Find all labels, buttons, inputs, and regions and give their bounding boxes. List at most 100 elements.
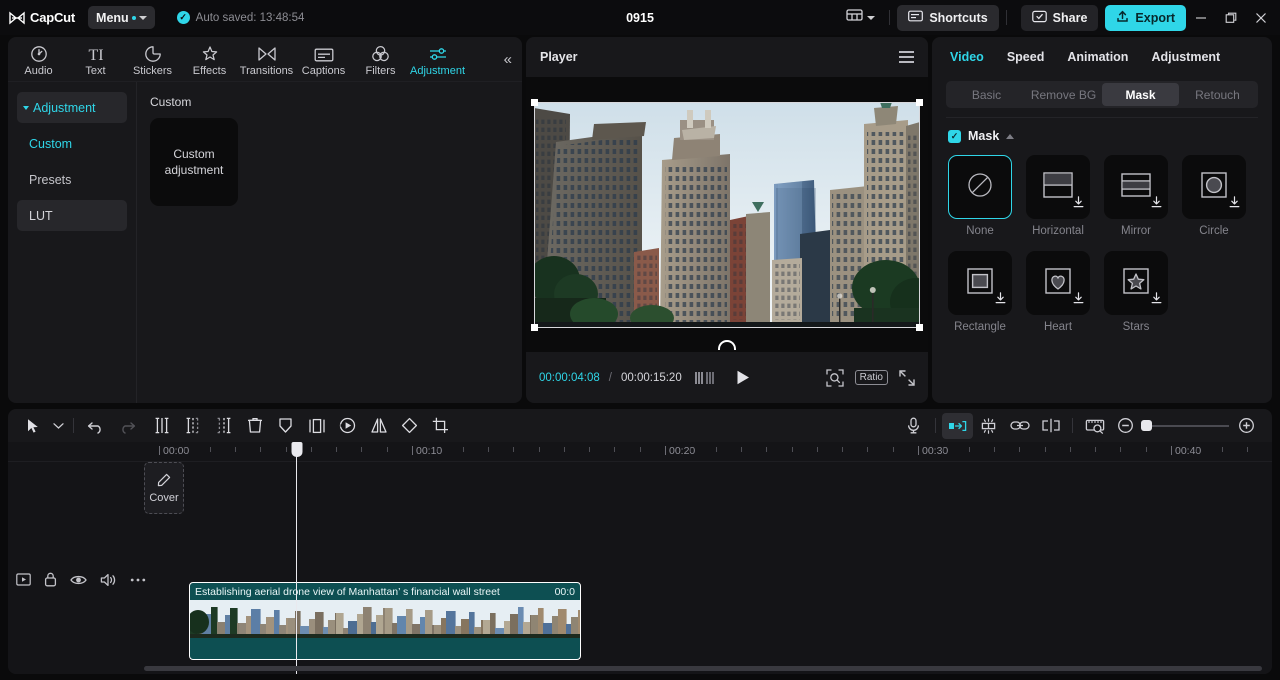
download-icon[interactable] — [995, 291, 1006, 309]
download-icon[interactable] — [1073, 195, 1084, 213]
tab-text[interactable]: TI Text — [67, 41, 124, 77]
tab-animation[interactable]: Animation — [1067, 50, 1128, 64]
tab-adjustment[interactable]: Adjustment — [1151, 50, 1220, 64]
play-button[interactable] — [736, 370, 750, 385]
subtab-mask[interactable]: Mask — [1102, 83, 1179, 106]
download-icon[interactable] — [1229, 195, 1240, 213]
sidebar-item-lut[interactable]: LUT — [17, 200, 127, 231]
resize-handle-bl[interactable] — [531, 323, 538, 331]
tab-filters[interactable]: Filters — [352, 41, 409, 77]
delete-icon[interactable] — [239, 413, 270, 439]
mask-option-none[interactable]: None — [948, 155, 1012, 237]
speaker-icon[interactable] — [100, 573, 117, 587]
undo-icon[interactable] — [80, 413, 111, 439]
close-button[interactable] — [1246, 2, 1276, 34]
mask-option-horizontal[interactable]: Horizontal — [1026, 155, 1090, 237]
mask-horizontal-icon — [1042, 170, 1074, 205]
reverse-icon[interactable] — [332, 413, 363, 439]
maximize-button[interactable] — [1216, 2, 1246, 34]
share-button[interactable]: Share — [1020, 4, 1099, 31]
video-preview[interactable] — [531, 98, 923, 350]
preview-scale-icon[interactable] — [1079, 413, 1110, 439]
track-display-icon[interactable] — [16, 573, 31, 586]
mask-option-mirror[interactable]: Mirror — [1104, 155, 1168, 237]
tab-audio[interactable]: Audio — [10, 41, 67, 77]
tab-transitions[interactable]: Transitions — [238, 41, 295, 77]
collapse-panel-icon[interactable]: « — [504, 51, 512, 68]
rotate-handle[interactable] — [718, 339, 736, 350]
transitions-bowtie-icon — [257, 44, 277, 63]
download-icon[interactable] — [1073, 291, 1084, 309]
menu-button[interactable]: Menu — [88, 6, 155, 29]
download-icon[interactable] — [1151, 291, 1162, 309]
sidebar-item-adjustment[interactable]: Adjustment — [17, 92, 127, 123]
lock-icon[interactable] — [44, 572, 57, 587]
subtab-retouch[interactable]: Retouch — [1179, 83, 1256, 106]
tab-adjustment[interactable]: Adjustment — [409, 41, 466, 77]
magnifier-fit-icon[interactable] — [825, 368, 844, 387]
mask-label: Circle — [1199, 225, 1229, 237]
tab-effects[interactable]: Effects — [181, 41, 238, 77]
tab-speed[interactable]: Speed — [1007, 50, 1045, 64]
tab-stickers[interactable]: Stickers — [124, 41, 181, 77]
sidebar-item-custom[interactable]: Custom — [17, 128, 127, 159]
crop-icon[interactable] — [425, 413, 456, 439]
timeline-horizontal-scrollbar[interactable] — [144, 666, 1262, 671]
frame-stepper-icon[interactable] — [694, 371, 715, 384]
collapse-caret-icon[interactable] — [1006, 133, 1015, 139]
chevron-down-icon — [138, 15, 147, 20]
minimize-button[interactable] — [1186, 2, 1216, 34]
timeline-ruler[interactable]: 00:00 00:10 00:20 00:30 00:40 — [8, 442, 1272, 462]
microphone-icon[interactable] — [898, 413, 929, 439]
tab-video[interactable]: Video — [950, 50, 984, 64]
eye-icon[interactable] — [70, 574, 87, 586]
mask-option-circle[interactable]: Circle — [1182, 155, 1246, 237]
trim-right-icon[interactable] — [208, 413, 239, 439]
zoom-out-icon[interactable] — [1110, 413, 1141, 439]
playhead[interactable] — [291, 442, 302, 674]
ratio-button[interactable]: Ratio — [854, 370, 888, 385]
auto-fit-icon[interactable] — [942, 412, 973, 439]
more-options-icon[interactable] — [130, 577, 146, 583]
timeline-clip[interactable]: Establishing aerial drone view of Manhat… — [189, 582, 581, 660]
keyframe-shield-icon[interactable] — [270, 413, 301, 439]
mask-enable-checkbox[interactable]: ✓ — [948, 129, 961, 143]
custom-adjustment-card[interactable]: Custom adjustment — [150, 118, 238, 206]
split-marker-icon[interactable] — [1035, 413, 1066, 439]
subtab-remove-bg[interactable]: Remove BG — [1025, 83, 1102, 106]
sidebar-item-presets[interactable]: Presets — [17, 164, 127, 195]
link-icon[interactable] — [1004, 413, 1035, 439]
player-menu-icon[interactable] — [899, 51, 914, 63]
resize-handle-tr[interactable] — [916, 98, 923, 106]
export-label: Export — [1135, 10, 1175, 25]
cover-button[interactable]: Cover — [144, 462, 184, 514]
sticker-icon — [144, 44, 162, 63]
playhead-knob[interactable] — [291, 442, 302, 457]
download-icon[interactable] — [1151, 195, 1162, 213]
mask-option-rectangle[interactable]: Rectangle — [948, 251, 1012, 333]
rotate-icon[interactable] — [394, 413, 425, 439]
fullscreen-icon[interactable] — [899, 369, 915, 386]
resize-handle-br[interactable] — [916, 323, 923, 331]
export-button[interactable]: Export — [1105, 4, 1186, 31]
layout-switch-button[interactable] — [839, 4, 882, 31]
redo-icon[interactable] — [111, 413, 142, 439]
timeline-panel: 00:00 00:10 00:20 00:30 00:40 Cover Esta… — [8, 409, 1272, 674]
resize-handle-tl[interactable] — [531, 98, 538, 106]
current-timecode[interactable]: 00:00:04:08 — [539, 372, 600, 384]
slider-knob[interactable] — [1141, 420, 1152, 431]
shortcuts-button[interactable]: Shortcuts — [897, 4, 999, 31]
freeze-frame-icon[interactable] — [301, 413, 332, 439]
mask-option-stars[interactable]: Stars — [1104, 251, 1168, 333]
tab-captions[interactable]: Captions — [295, 41, 352, 77]
subtab-basic[interactable]: Basic — [948, 83, 1025, 106]
mirror-flip-icon[interactable] — [363, 413, 394, 439]
select-arrow-icon[interactable] — [18, 413, 49, 439]
mask-option-heart[interactable]: Heart — [1026, 251, 1090, 333]
adsorption-magnet-icon[interactable] — [973, 413, 1004, 439]
zoom-in-icon[interactable] — [1231, 413, 1262, 439]
timeline-zoom-slider[interactable] — [1141, 418, 1229, 434]
chevron-down-icon[interactable] — [49, 422, 67, 430]
trim-left-icon[interactable] — [177, 413, 208, 439]
split-icon[interactable] — [146, 413, 177, 439]
